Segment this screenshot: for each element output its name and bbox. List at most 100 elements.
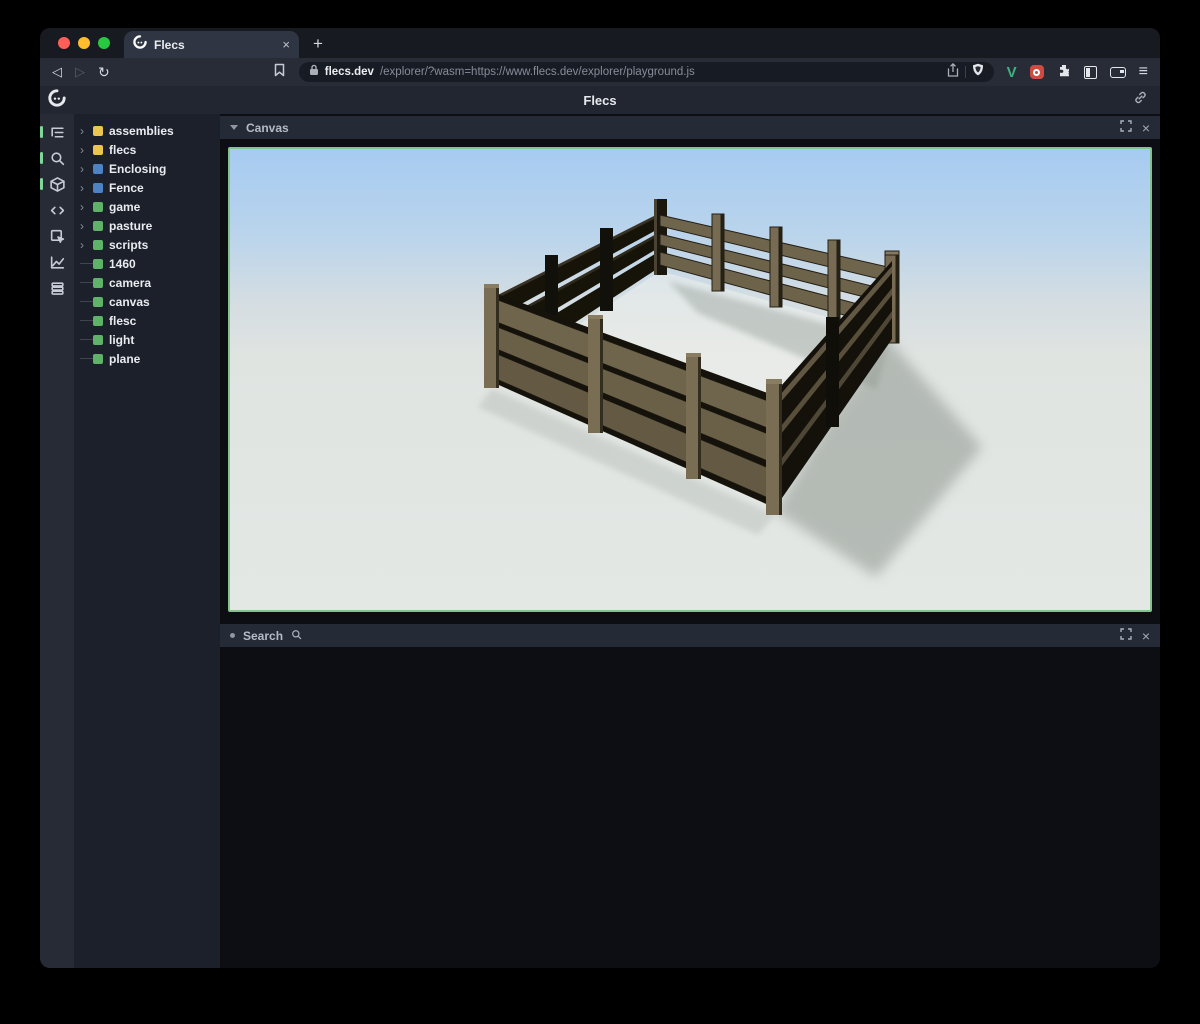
- 3d-viewport[interactable]: [228, 147, 1152, 612]
- tree-item-assemblies[interactable]: ›assemblies: [74, 121, 220, 140]
- chart-icon: [49, 254, 66, 271]
- minimize-window-button[interactable]: [78, 37, 90, 49]
- rail-search-button[interactable]: [40, 145, 74, 171]
- rail-tree-outline-button[interactable]: [40, 119, 74, 145]
- menu-icon[interactable]: ≡: [1139, 63, 1148, 81]
- rail-chart-button[interactable]: [40, 249, 74, 275]
- tree-item-pasture[interactable]: ›pasture: [74, 216, 220, 235]
- canvas-panel-header[interactable]: Canvas ×: [220, 116, 1160, 139]
- tree-item-1460[interactable]: 1460: [74, 254, 220, 273]
- search-icon: [291, 627, 302, 645]
- active-indicator: [40, 126, 43, 138]
- back-button[interactable]: ◁: [52, 64, 62, 80]
- expander-icon[interactable]: ›: [80, 144, 91, 156]
- entity-swatch: [93, 183, 103, 193]
- tree-item-scripts[interactable]: ›scripts: [74, 235, 220, 254]
- fence-scene: [230, 149, 1152, 612]
- active-indicator: [40, 178, 43, 190]
- fullscreen-icon[interactable]: [1120, 119, 1132, 137]
- tree-item-flecs[interactable]: ›flecs: [74, 140, 220, 159]
- page-title: Flecs: [40, 93, 1160, 108]
- entity-swatch: [93, 335, 103, 345]
- entity-swatch: [93, 259, 103, 269]
- url-path: /explorer/?wasm=https://www.flecs.dev/ex…: [380, 66, 941, 78]
- entity-swatch: [93, 164, 103, 174]
- search-panel-header[interactable]: Search ×: [220, 624, 1160, 647]
- entity-swatch: [93, 297, 103, 307]
- entity-swatch: [93, 126, 103, 136]
- close-icon[interactable]: ×: [1142, 629, 1150, 643]
- flecs-logo-icon[interactable]: [48, 89, 66, 112]
- app-header: Flecs: [40, 86, 1160, 114]
- extension-icons: V ≡: [1007, 63, 1148, 82]
- expander-icon[interactable]: ›: [80, 220, 91, 232]
- wallet-icon[interactable]: [1110, 67, 1126, 78]
- tree-connector: [80, 263, 93, 264]
- tree-item-plane[interactable]: plane: [74, 349, 220, 368]
- search-icon: [49, 150, 66, 167]
- canvas-panel-title: Canvas: [246, 121, 289, 135]
- entity-swatch: [93, 240, 103, 250]
- browser-window: Flecs × + ◁ ▷ ↻ flecs.dev /explorer/?was…: [40, 28, 1160, 968]
- shield-icon[interactable]: [972, 63, 984, 81]
- url-host: flecs.dev: [325, 66, 374, 78]
- search-panel-content: [220, 647, 1160, 968]
- close-tab-icon[interactable]: ×: [282, 37, 290, 52]
- browser-tab[interactable]: Flecs ×: [124, 31, 299, 58]
- entity-tree: ›assemblies ›flecs ›Enclosing ›Fence ›ga…: [74, 114, 220, 968]
- entity-swatch: [93, 221, 103, 231]
- reload-button[interactable]: ↻: [98, 64, 110, 81]
- link-icon[interactable]: [1133, 90, 1148, 110]
- expander-icon[interactable]: ›: [80, 201, 91, 213]
- rail-cube-button[interactable]: [40, 171, 74, 197]
- bookmark-icon[interactable]: [273, 63, 286, 82]
- chevron-down-icon[interactable]: [230, 125, 238, 130]
- active-indicator: [40, 152, 43, 164]
- tree-outline-icon: [49, 124, 66, 141]
- tree-item-canvas[interactable]: canvas: [74, 292, 220, 311]
- share-icon[interactable]: [947, 63, 959, 82]
- close-window-button[interactable]: [58, 37, 70, 49]
- red-extension-icon[interactable]: [1030, 65, 1044, 79]
- dot-icon[interactable]: [230, 633, 235, 638]
- tree-connector: [80, 282, 93, 283]
- tree-item-fence[interactable]: ›Fence: [74, 178, 220, 197]
- rail-inspector-button[interactable]: [40, 223, 74, 249]
- zoom-window-button[interactable]: [98, 37, 110, 49]
- tree-item-game[interactable]: ›game: [74, 197, 220, 216]
- close-icon[interactable]: ×: [1142, 121, 1150, 135]
- search-panel-title: Search: [243, 629, 283, 643]
- entity-swatch: [93, 354, 103, 364]
- main-area: Canvas ×: [220, 114, 1160, 968]
- forward-button[interactable]: ▷: [75, 64, 85, 80]
- expander-icon[interactable]: ›: [80, 163, 91, 175]
- rail-code-button[interactable]: [40, 197, 74, 223]
- browser-toolbar: ◁ ▷ ↻ flecs.dev /explorer/?wasm=https://…: [40, 58, 1160, 86]
- expander-icon[interactable]: ›: [80, 125, 91, 137]
- tree-item-light[interactable]: light: [74, 330, 220, 349]
- tree-connector: [80, 339, 93, 340]
- entity-swatch: [93, 278, 103, 288]
- tree-connector: [80, 320, 93, 321]
- entity-swatch: [93, 316, 103, 326]
- fullscreen-icon[interactable]: [1120, 627, 1132, 645]
- tab-title: Flecs: [154, 38, 275, 52]
- tree-connector: [80, 358, 93, 359]
- expander-icon[interactable]: ›: [80, 182, 91, 194]
- tree-item-flesc[interactable]: flesc: [74, 311, 220, 330]
- entity-swatch: [93, 145, 103, 155]
- sidebar-icon[interactable]: [1084, 66, 1097, 79]
- cube-icon: [49, 176, 66, 193]
- rail-stack-button[interactable]: [40, 275, 74, 301]
- vue-extension-icon[interactable]: V: [1007, 64, 1017, 81]
- code-icon: [49, 202, 66, 219]
- tree-item-enclosing[interactable]: ›Enclosing: [74, 159, 220, 178]
- tree-connector: [80, 301, 93, 302]
- new-tab-button[interactable]: +: [299, 34, 323, 58]
- tree-item-camera[interactable]: camera: [74, 273, 220, 292]
- address-bar[interactable]: flecs.dev /explorer/?wasm=https://www.fl…: [299, 62, 994, 82]
- flecs-favicon-icon: [133, 35, 147, 54]
- expander-icon[interactable]: ›: [80, 239, 91, 251]
- entity-swatch: [93, 202, 103, 212]
- puzzle-extension-icon[interactable]: [1057, 63, 1071, 82]
